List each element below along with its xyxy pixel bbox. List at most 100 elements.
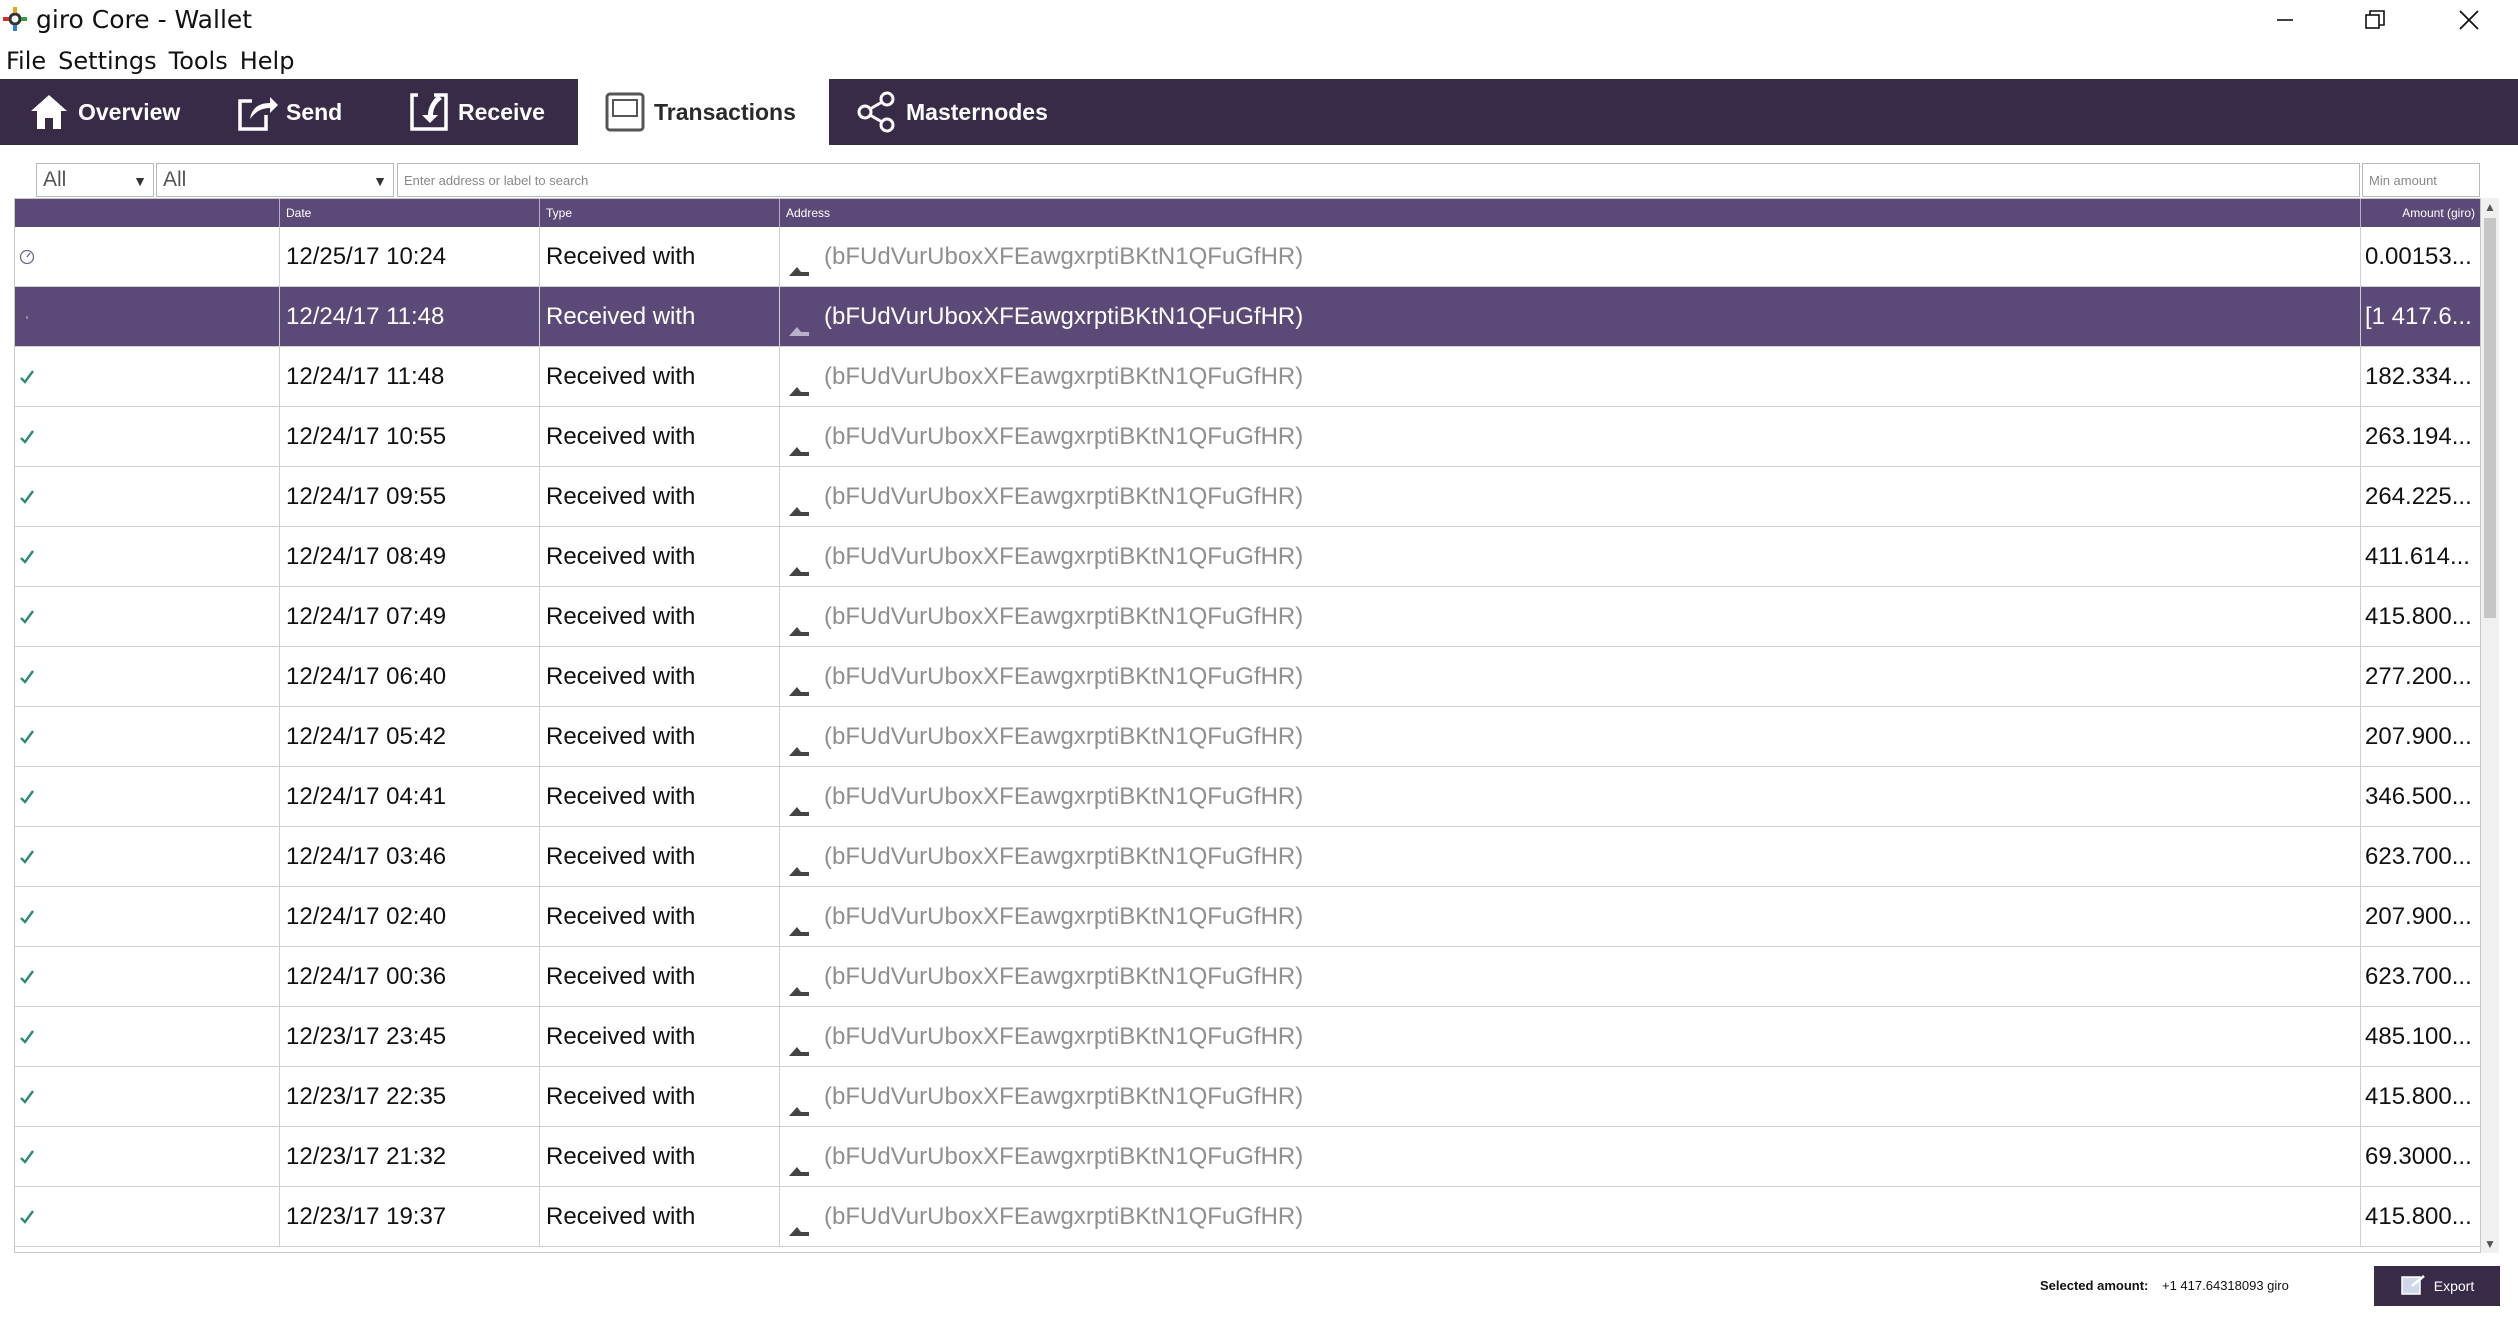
column-header-address[interactable]: Address: [780, 199, 2361, 227]
column-header-status[interactable]: [15, 199, 280, 227]
close-button[interactable]: [2424, 0, 2514, 40]
min-amount-input[interactable]: Min amount: [2362, 163, 2480, 197]
table-row[interactable]: 12/24/17 02:40 Received with (bFUdVurUboxX…: [15, 887, 2480, 947]
column-header-amount[interactable]: Amount (giro): [2361, 199, 2479, 227]
row-type: Received with: [540, 827, 780, 886]
column-header-date[interactable]: Date: [280, 199, 540, 227]
minimize-button[interactable]: [2240, 0, 2330, 40]
table-row[interactable]: 12/24/17 03:46 Received with (bFUdVurUboxX…: [15, 827, 2480, 887]
table-row[interactable]: 12/23/17 23:45 Received with (bFUdVurUboxX…: [15, 1007, 2480, 1067]
column-header-type[interactable]: Type: [540, 199, 780, 227]
menu-file[interactable]: File: [0, 44, 52, 80]
row-amount: 623.700...: [2365, 963, 2472, 990]
export-button[interactable]: Export: [2374, 1266, 2500, 1306]
transactions-icon: [604, 91, 646, 133]
row-address: (bFUdVurUboxXFEawgxrptiBKtN1QFuGfHR): [824, 363, 1304, 390]
tab-overview[interactable]: Overview: [0, 79, 185, 145]
clock-icon: [19, 228, 35, 286]
row-amount: 415.800...: [2365, 603, 2472, 630]
table-row[interactable]: 12/24/17 11:48 Received with (bFUdVurUboxX…: [15, 347, 2480, 407]
table-row[interactable]: 12/23/17 22:35 Received with (bFUdVurUboxX…: [15, 1067, 2480, 1127]
row-address: (bFUdVurUboxXFEawgxrptiBKtN1QFuGfHR): [824, 483, 1304, 510]
table-row[interactable]: 12/24/17 08:49 Received with (bFUdVurUboxX…: [15, 527, 2480, 587]
menu-settings[interactable]: Settings: [52, 44, 162, 80]
scroll-thumb[interactable]: [2484, 218, 2496, 618]
menu-tools[interactable]: Tools: [163, 44, 234, 80]
menu-bar: File Settings Tools Help: [0, 44, 300, 80]
checkmark-icon: [19, 708, 35, 766]
row-status-cell: [15, 407, 280, 466]
type-filter-select[interactable]: All ▼: [156, 163, 394, 197]
row-type: Received with: [540, 587, 780, 646]
table-row[interactable]: 12/24/17 07:49 Received with (bFUdVurUboxX…: [15, 587, 2480, 647]
checkmark-icon: [19, 1128, 35, 1186]
row-address-cell: (bFUdVurUboxXFEawgxrptiBKtN1QFuGfHR): [780, 767, 2361, 826]
transactions-table: Date Type Address Amount (giro) 12/25/17…: [14, 198, 2481, 1253]
row-amount: 182.334...: [2365, 363, 2472, 390]
tab-receive[interactable]: Receive: [408, 79, 578, 145]
checkmark-icon: [19, 528, 35, 586]
table-row[interactable]: 12/24/17 09:55 Received with (bFUdVurUboxX…: [15, 467, 2480, 527]
table-row[interactable]: 12/23/17 21:32 Received with (bFUdVurUboxX…: [15, 1127, 2480, 1187]
tab-masternodes-label: Masternodes: [906, 98, 1048, 125]
row-address: (bFUdVurUboxXFEawgxrptiBKtN1QFuGfHR): [824, 543, 1304, 570]
tab-send[interactable]: Send: [236, 79, 376, 145]
table-row[interactable]: 12/24/17 11:48 Received with (bFUdVurUboxX…: [15, 287, 2480, 347]
row-type: Received with: [540, 467, 780, 526]
table-scrollbar[interactable]: ▲ ▼: [2481, 198, 2499, 1253]
row-amount: 485.100...: [2365, 1023, 2472, 1050]
row-address: (bFUdVurUboxXFEawgxrptiBKtN1QFuGfHR): [824, 303, 1304, 330]
checkmark-icon: [19, 408, 35, 466]
row-address: (bFUdVurUboxXFEawgxrptiBKtN1QFuGfHR): [824, 423, 1304, 450]
tab-transactions[interactable]: Transactions: [578, 79, 829, 145]
row-date: 12/23/17 21:32: [280, 1127, 540, 1186]
row-amount: 263.194...: [2365, 423, 2472, 450]
scroll-down-arrow-icon[interactable]: ▼: [2481, 1235, 2499, 1253]
table-header: Date Type Address Amount (giro): [15, 199, 2480, 227]
row-date: 12/24/17 08:49: [280, 527, 540, 586]
row-address: (bFUdVurUboxXFEawgxrptiBKtN1QFuGfHR): [824, 843, 1304, 870]
scroll-up-arrow-icon[interactable]: ▲: [2481, 198, 2499, 216]
row-address-cell: (bFUdVurUboxXFEawgxrptiBKtN1QFuGfHR): [780, 1127, 2361, 1186]
row-status-cell: [15, 527, 280, 586]
table-row[interactable]: 12/24/17 00:36 Received with (bFUdVurUboxX…: [15, 947, 2480, 1007]
row-amount: 411.614...: [2365, 543, 2470, 570]
row-address: (bFUdVurUboxXFEawgxrptiBKtN1QFuGfHR): [824, 1203, 1304, 1230]
row-date: 12/24/17 00:36: [280, 947, 540, 1006]
row-date: 12/24/17 11:48: [280, 287, 540, 346]
row-address-cell: (bFUdVurUboxXFEawgxrptiBKtN1QFuGfHR): [780, 587, 2361, 646]
address-search-input[interactable]: Enter address or label to search: [397, 163, 2360, 197]
receive-arrow-icon: [788, 421, 810, 466]
menu-help[interactable]: Help: [234, 44, 301, 80]
export-label: Export: [2433, 1278, 2475, 1294]
checkmark-icon: [19, 348, 35, 406]
row-status-cell: [15, 887, 280, 946]
row-address-cell: (bFUdVurUboxXFEawgxrptiBKtN1QFuGfHR): [780, 1067, 2361, 1126]
row-date: 12/24/17 04:41: [280, 767, 540, 826]
row-type: Received with: [540, 647, 780, 706]
selected-amount-value: +1 417.64318093 giro: [2162, 1278, 2289, 1293]
table-row[interactable]: 12/24/17 05:42 Received with (bFUdVurUboxX…: [15, 707, 2480, 767]
restore-button[interactable]: [2330, 0, 2420, 40]
row-address: (bFUdVurUboxXFEawgxrptiBKtN1QFuGfHR): [824, 603, 1304, 630]
checkmark-icon: [19, 1188, 35, 1246]
receive-arrow-icon: [788, 901, 810, 946]
tab-masternodes[interactable]: Masternodes: [856, 79, 1096, 145]
table-row[interactable]: 12/24/17 10:55 Received with (bFUdVurUboxX…: [15, 407, 2480, 467]
table-row[interactable]: 12/23/17 19:37 Received with (bFUdVurUboxX…: [15, 1187, 2480, 1247]
row-address: (bFUdVurUboxXFEawgxrptiBKtN1QFuGfHR): [824, 723, 1304, 750]
row-status-cell: [15, 1067, 280, 1126]
row-date: 12/24/17 09:55: [280, 467, 540, 526]
selected-amount-label: Selected amount:: [2040, 1278, 2149, 1293]
row-amount: 264.225...: [2365, 483, 2472, 510]
date-filter-select[interactable]: All ▼: [36, 163, 154, 197]
checkmark-icon: [19, 828, 35, 886]
share-nodes-icon: [856, 91, 898, 133]
row-address-cell: (bFUdVurUboxXFEawgxrptiBKtN1QFuGfHR): [780, 827, 2361, 886]
checkmark-icon: [19, 648, 35, 706]
table-row[interactable]: 12/24/17 04:41 Received with (bFUdVurUboxX…: [15, 767, 2480, 827]
address-search-placeholder: Enter address or label to search: [404, 172, 589, 188]
receive-arrow-icon: [788, 1141, 810, 1186]
table-row[interactable]: 12/25/17 10:24 Received with (bFUdVurUboxX…: [15, 227, 2480, 287]
table-row[interactable]: 12/24/17 06:40 Received with (bFUdVurUboxX…: [15, 647, 2480, 707]
